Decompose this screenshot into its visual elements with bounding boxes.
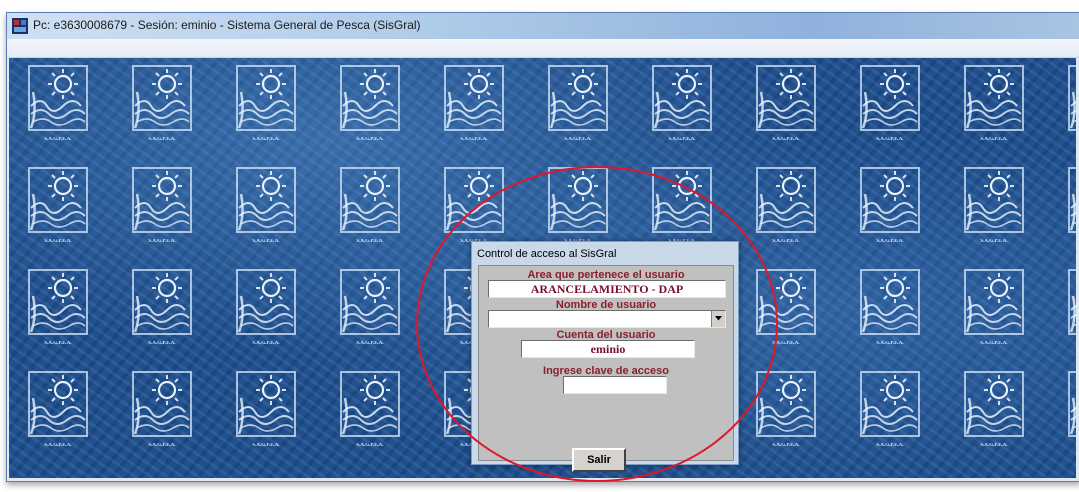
sagpea-logo-tile bbox=[1067, 370, 1076, 450]
sagpea-logo-tile bbox=[755, 370, 817, 450]
sagpea-logo-tile bbox=[131, 268, 193, 348]
sagpea-logo-tile bbox=[859, 370, 921, 450]
username-select[interactable] bbox=[488, 310, 726, 328]
sagpea-logo-tile bbox=[339, 64, 401, 144]
sagpea-logo-tile bbox=[27, 64, 89, 144]
sagpea-logo-tile bbox=[339, 166, 401, 246]
sagpea-logo-tile bbox=[27, 268, 89, 348]
sagpea-logo-tile bbox=[651, 64, 713, 144]
dialog-title: Control de acceso al SisGral bbox=[477, 248, 617, 260]
sagpea-logo-tile bbox=[547, 166, 609, 246]
sagpea-logo-tile bbox=[963, 370, 1025, 450]
sagpea-logo-tile bbox=[859, 64, 921, 144]
sagpea-logo-tile bbox=[339, 268, 401, 348]
sagpea-logo-tile bbox=[651, 166, 713, 246]
area-field[interactable]: ARANCELAMIENTO - DAP bbox=[488, 280, 726, 298]
sagpea-logo-tile bbox=[27, 166, 89, 246]
sagpea-logo-tile bbox=[755, 64, 817, 144]
chevron-down-icon bbox=[715, 316, 722, 321]
password-input[interactable] bbox=[563, 376, 667, 394]
sagpea-logo-tile bbox=[235, 268, 297, 348]
sagpea-logo-tile bbox=[235, 166, 297, 246]
sagpea-logo-tile bbox=[755, 268, 817, 348]
menu-bar bbox=[7, 39, 1079, 58]
app-icon bbox=[12, 18, 28, 34]
sagpea-logo-tile bbox=[963, 166, 1025, 246]
dialog-body: Area que pertenece el usuario ARANCELAMI… bbox=[478, 265, 734, 472]
sagpea-logo-tile bbox=[859, 166, 921, 246]
sagpea-logo-tile bbox=[131, 64, 193, 144]
window-title: Pc: e3630008679 - Sesión: eminio - Siste… bbox=[33, 18, 421, 32]
sagpea-logo-tile bbox=[235, 370, 297, 450]
sagpea-logo-tile bbox=[27, 370, 89, 450]
sagpea-logo-tile bbox=[339, 370, 401, 450]
sagpea-logo-tile bbox=[963, 268, 1025, 348]
access-control-dialog: Control de acceso al SisGral Area que pe… bbox=[471, 241, 739, 472]
sagpea-logo-tile bbox=[443, 64, 505, 144]
account-field[interactable]: eminio bbox=[521, 340, 695, 358]
exit-button[interactable]: Salir bbox=[572, 448, 626, 472]
sagpea-logo-tile bbox=[859, 268, 921, 348]
dropdown-button[interactable] bbox=[711, 311, 725, 327]
sagpea-logo-tile bbox=[131, 166, 193, 246]
sagpea-logo-tile bbox=[755, 166, 817, 246]
sagpea-logo-tile bbox=[1067, 64, 1076, 144]
sagpea-logo-tile bbox=[443, 166, 505, 246]
sagpea-logo-tile bbox=[1067, 166, 1076, 246]
title-bar[interactable]: Pc: e3630008679 - Sesión: eminio - Siste… bbox=[7, 13, 1079, 39]
sagpea-logo-tile bbox=[131, 370, 193, 450]
sagpea-logo-tile bbox=[235, 64, 297, 144]
sagpea-logo-tile bbox=[1067, 268, 1076, 348]
sagpea-logo-tile bbox=[963, 64, 1025, 144]
sagpea-logo-tile bbox=[547, 64, 609, 144]
